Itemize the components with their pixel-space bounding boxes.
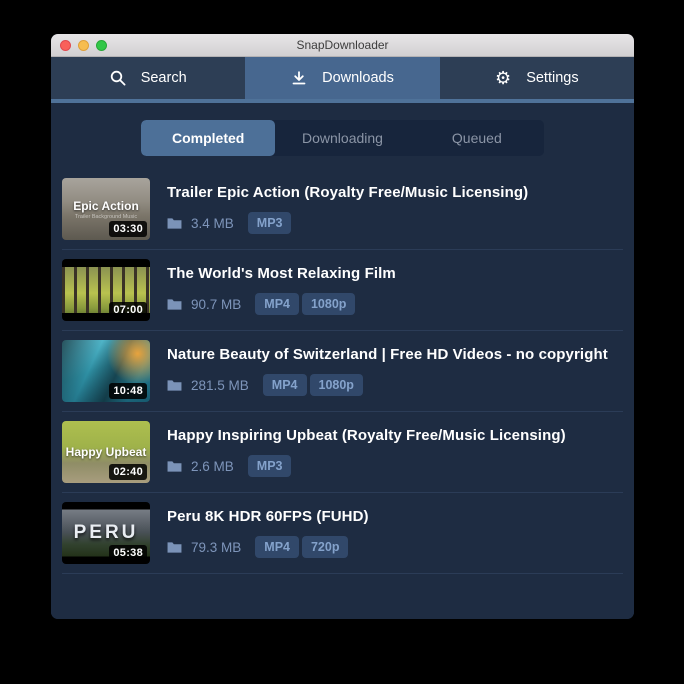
folder-icon[interactable] (167, 379, 182, 392)
zoom-button[interactable] (96, 40, 107, 51)
download-item[interactable]: Epic Action Trailer Background Music 03:… (62, 169, 623, 250)
format-badges: MP41080p (255, 293, 358, 315)
gear-icon: ⚙︎ (495, 70, 511, 86)
subtab-downloading[interactable]: Downloading (275, 120, 409, 156)
tab-search[interactable]: Search (51, 57, 245, 99)
download-status-tabs: Completed Downloading Queued (141, 120, 544, 156)
subtab-label: Completed (172, 130, 244, 146)
duration-badge: 10:48 (109, 383, 147, 399)
titlebar[interactable]: SnapDownloader (51, 34, 634, 57)
format-badge: MP3 (248, 212, 292, 234)
format-badge: 1080p (302, 293, 355, 315)
duration-badge: 05:38 (109, 545, 147, 561)
completed-downloads-list: Epic Action Trailer Background Music 03:… (62, 169, 623, 574)
app-window: SnapDownloader Search Downloads (51, 34, 634, 619)
video-title: Nature Beauty of Switzerland | Free HD V… (167, 346, 608, 363)
main-tab-bar: Search Downloads ⚙︎ Settings (51, 57, 634, 99)
file-size: 90.7 MB (191, 297, 241, 312)
subtab-queued[interactable]: Queued (410, 120, 544, 156)
video-title: The World's Most Relaxing Film (167, 265, 396, 282)
format-badge: MP4 (255, 536, 299, 558)
file-size: 79.3 MB (191, 540, 241, 555)
close-button[interactable] (60, 40, 71, 51)
file-size: 281.5 MB (191, 378, 249, 393)
subtab-label: Downloading (302, 130, 383, 146)
format-badge: MP3 (248, 455, 292, 477)
folder-icon[interactable] (167, 541, 182, 554)
downloads-panel: Completed Downloading Queued Epic Action… (51, 120, 634, 619)
tab-label: Settings (526, 70, 578, 86)
tab-settings[interactable]: ⚙︎ Settings (440, 57, 634, 99)
format-badge: 720p (302, 536, 349, 558)
download-icon (291, 70, 307, 86)
thumbnail-overlay-text: Epic Action (73, 199, 139, 213)
thumbnail-overlay-subtext: Trailer Background Music (73, 214, 139, 220)
download-item[interactable]: Happy Upbeat 02:40 Happy Inspiring Upbea… (62, 412, 623, 493)
format-badges: MP3 (248, 212, 295, 234)
tab-downloads[interactable]: Downloads (245, 57, 439, 99)
thumbnail-overlay-text: PERU (74, 522, 139, 544)
format-badge: MP4 (263, 374, 307, 396)
format-badge: 1080p (310, 374, 363, 396)
format-badge: MP4 (255, 293, 299, 315)
download-item[interactable]: PERU 05:38 Peru 8K HDR 60FPS (FUHD) 79.3… (62, 493, 623, 574)
duration-badge: 07:00 (109, 302, 147, 318)
video-title: Happy Inspiring Upbeat (Royalty Free/Mus… (167, 427, 566, 444)
thumbnail-overlay-text: Happy Upbeat (66, 445, 147, 459)
minimize-button[interactable] (78, 40, 89, 51)
download-item[interactable]: 07:00 The World's Most Relaxing Film 90.… (62, 250, 623, 331)
search-icon (110, 70, 126, 86)
folder-icon[interactable] (167, 217, 182, 230)
video-title: Trailer Epic Action (Royalty Free/Music … (167, 184, 528, 201)
duration-badge: 03:30 (109, 221, 147, 237)
video-thumbnail: 07:00 (62, 259, 150, 321)
subtab-completed[interactable]: Completed (141, 120, 275, 156)
tab-label: Downloads (322, 70, 394, 86)
video-thumbnail: 10:48 (62, 340, 150, 402)
format-badges: MP4720p (255, 536, 351, 558)
traffic-lights (60, 34, 107, 56)
folder-icon[interactable] (167, 298, 182, 311)
format-badges: MP3 (248, 455, 295, 477)
video-thumbnail: Happy Upbeat 02:40 (62, 421, 150, 483)
download-item[interactable]: 10:48 Nature Beauty of Switzerland | Fre… (62, 331, 623, 412)
file-size: 3.4 MB (191, 216, 234, 231)
duration-badge: 02:40 (109, 464, 147, 480)
format-badges: MP41080p (263, 374, 366, 396)
video-thumbnail: PERU 05:38 (62, 502, 150, 564)
video-thumbnail: Epic Action Trailer Background Music 03:… (62, 178, 150, 240)
window-title: SnapDownloader (296, 38, 388, 52)
tab-label: Search (141, 70, 187, 86)
folder-icon[interactable] (167, 460, 182, 473)
subtab-label: Queued (452, 130, 502, 146)
video-title: Peru 8K HDR 60FPS (FUHD) (167, 508, 369, 525)
file-size: 2.6 MB (191, 459, 234, 474)
active-tab-strip (51, 99, 634, 103)
